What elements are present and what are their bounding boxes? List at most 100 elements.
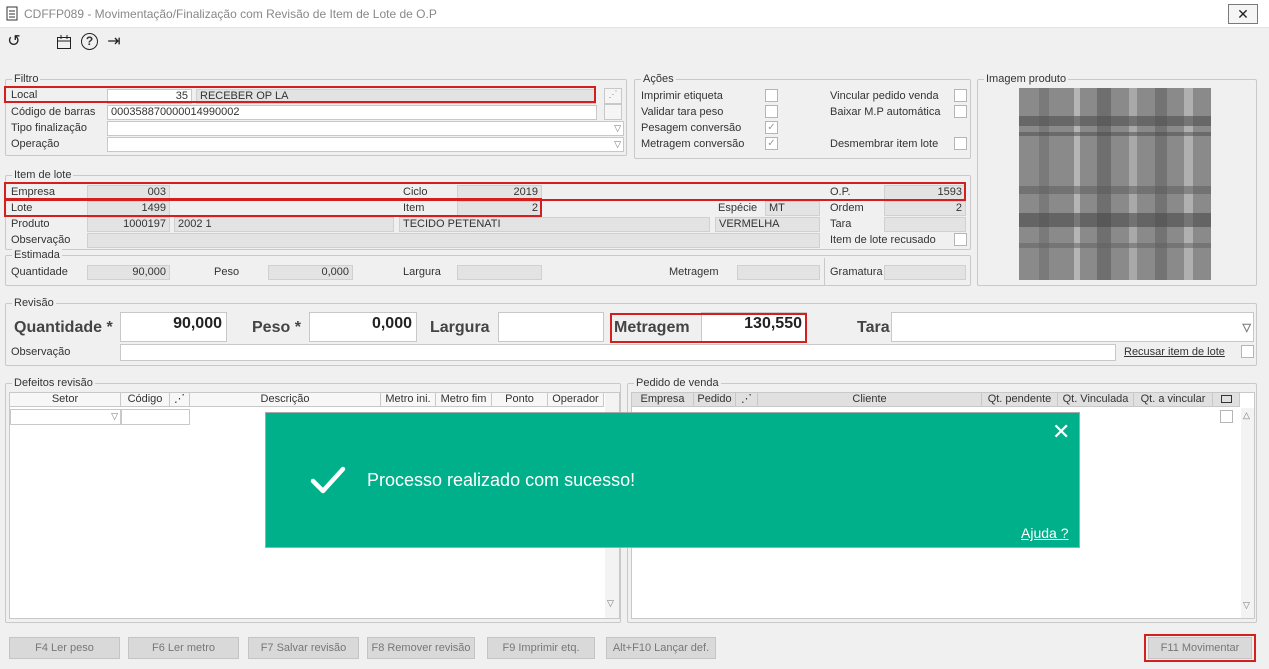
estimada-metragem-label: Metragem: [669, 266, 719, 278]
imprimir-etiqueta-label: Imprimir etiqueta: [641, 90, 723, 102]
ordem-label: Ordem: [830, 202, 864, 214]
desmembrar-checkbox[interactable]: [954, 137, 967, 150]
movimentar-highlight: [1144, 634, 1256, 662]
fabric-image: [1019, 88, 1211, 280]
title-bar: CDFFP089 - Movimentação/Finalização com …: [0, 0, 1269, 28]
revisao-legend: Revisão: [12, 297, 56, 309]
estimada-largura-label: Largura: [403, 266, 441, 278]
operacao-select[interactable]: ▽: [107, 137, 624, 152]
codigo-cell[interactable]: [121, 409, 190, 425]
produto-code-field: 1000197: [87, 217, 170, 232]
produto-label: Produto: [11, 218, 50, 230]
select-all-icon: [1220, 395, 1232, 403]
tara-field: [884, 217, 966, 232]
refresh-icon[interactable]: ↺: [4, 32, 24, 52]
metragem-highlight: [610, 313, 807, 343]
revisao-largura-input[interactable]: [498, 312, 604, 342]
chevron-down-icon: ▽: [614, 123, 621, 133]
estimada-quantidade-label: Quantidade: [11, 266, 68, 278]
f4-ler-peso-button[interactable]: F4 Ler peso: [9, 637, 120, 659]
alt-f10-lancar-def-button[interactable]: Alt+F10 Lançar def.: [606, 637, 716, 659]
f6-ler-metro-button[interactable]: F6 Ler metro: [128, 637, 239, 659]
col-qt-pendente[interactable]: Qt. pendente: [982, 393, 1058, 407]
operacao-label: Operação: [11, 138, 60, 150]
local-search-icon[interactable]: ⋰: [604, 88, 622, 104]
especie-field: MT: [765, 201, 820, 216]
col-setor[interactable]: Setor: [10, 393, 121, 407]
col-codigo[interactable]: Código: [121, 393, 170, 407]
estimada-largura-field: [457, 265, 542, 280]
toast-message: Processo realizado com sucesso!: [367, 470, 636, 490]
scroll-up-icon[interactable]: △: [1243, 410, 1250, 421]
codigo-barras-button[interactable]: [604, 104, 622, 120]
codigo-barras-input[interactable]: 000358870000014990002: [107, 105, 597, 120]
col-pedido-search-icon[interactable]: ⋰: [736, 393, 758, 407]
ordem-field: 2: [884, 201, 966, 216]
revisao-observacao-input[interactable]: [120, 344, 1116, 361]
item-lote-recusado-label: Item de lote recusado: [830, 234, 936, 246]
defeitos-legend: Defeitos revisão: [12, 377, 95, 389]
window-close-button[interactable]: ✕: [1228, 4, 1258, 24]
pedido-row-checkbox[interactable]: [1220, 410, 1233, 423]
close-icon[interactable]: ✕: [1052, 419, 1070, 445]
produto-ref-field: 2002 1: [174, 217, 394, 232]
col-metro-ini[interactable]: Metro ini.: [381, 393, 436, 407]
col-empresa[interactable]: Empresa: [632, 393, 694, 407]
revisao-largura-label: Largura: [430, 319, 490, 336]
item-lote-recusado-checkbox[interactable]: [954, 233, 967, 246]
revisao-tara-select[interactable]: ▽: [891, 312, 1254, 342]
col-qt-vinculada[interactable]: Qt. Vinculada: [1058, 393, 1134, 407]
tipo-finalizacao-label: Tipo finalização: [11, 122, 88, 134]
produto-cor-field: VERMELHA: [715, 217, 820, 232]
col-cliente[interactable]: Cliente: [758, 393, 982, 407]
scroll-down-icon[interactable]: ▽: [1243, 600, 1250, 611]
f7-salvar-revisao-button[interactable]: F7 Salvar revisão: [248, 637, 359, 659]
baixar-mp-checkbox[interactable]: [954, 105, 967, 118]
help-icon[interactable]: ?: [81, 33, 98, 50]
imprimir-etiqueta-checkbox[interactable]: [765, 89, 778, 102]
validar-tara-checkbox[interactable]: [765, 105, 778, 118]
pesagem-conversao-checkbox[interactable]: ✓: [765, 121, 778, 134]
pesagem-conversao-label: Pesagem conversão: [641, 122, 742, 134]
calendar-icon[interactable]: [56, 34, 72, 50]
pedido-legend: Pedido de venda: [634, 377, 721, 389]
col-codigo-search-icon[interactable]: ⋰: [170, 393, 190, 407]
col-ponto[interactable]: Ponto: [492, 393, 548, 407]
validar-tara-label: Validar tara peso: [641, 106, 724, 118]
observacao-label: Observação: [11, 234, 71, 246]
metragem-conversao-label: Metragem conversão: [641, 138, 745, 150]
window-title: CDFFP089 - Movimentação/Finalização com …: [24, 7, 437, 21]
lote-row-highlight: [4, 198, 542, 217]
tara-label: Tara: [830, 218, 852, 230]
gramatura-field: [884, 265, 966, 280]
scroll-down-icon[interactable]: ▽: [607, 598, 614, 609]
col-metro-fim[interactable]: Metro fim: [436, 393, 492, 407]
desmembrar-label: Desmembrar item lote: [830, 138, 939, 150]
toast-help-link[interactable]: Ajuda ?: [1021, 525, 1068, 541]
exit-icon[interactable]: ⇥: [104, 32, 124, 52]
f9-imprimir-etq-button[interactable]: F9 Imprimir etq.: [487, 637, 595, 659]
gramatura-label: Gramatura: [830, 266, 883, 278]
metragem-conversao-checkbox[interactable]: ✓: [765, 137, 778, 150]
setor-select[interactable]: ▽: [10, 409, 121, 425]
col-pedido[interactable]: Pedido: [694, 393, 736, 407]
vincular-pedido-checkbox[interactable]: [954, 89, 967, 102]
recusar-item-checkbox[interactable]: [1241, 345, 1254, 358]
document-icon: [6, 6, 18, 21]
col-descricao[interactable]: Descrição: [190, 393, 381, 407]
col-select-all[interactable]: [1213, 393, 1240, 407]
revisao-quantidade-label: Quantidade *: [14, 319, 113, 336]
revisao-quantidade-input[interactable]: 90,000: [120, 312, 227, 342]
pedido-scrollbar[interactable]: △ ▽: [1241, 408, 1254, 618]
check-icon: [310, 466, 346, 494]
col-operador[interactable]: Operador: [548, 393, 604, 407]
col-qt-a-vincular[interactable]: Qt. a vincular: [1134, 393, 1213, 407]
tipo-finalizacao-select[interactable]: ▽: [107, 121, 624, 136]
especie-label: Espécie: [718, 202, 758, 214]
codigo-barras-label: Código de barras: [11, 106, 96, 118]
success-toast: Processo realizado com sucesso! ✕ Ajuda …: [265, 412, 1080, 548]
revisao-peso-input[interactable]: 0,000: [309, 312, 417, 342]
estimada-legend: Estimada: [12, 249, 62, 261]
filtro-legend: Filtro: [12, 73, 41, 85]
f8-remover-revisao-button[interactable]: F8 Remover revisão: [367, 637, 475, 659]
